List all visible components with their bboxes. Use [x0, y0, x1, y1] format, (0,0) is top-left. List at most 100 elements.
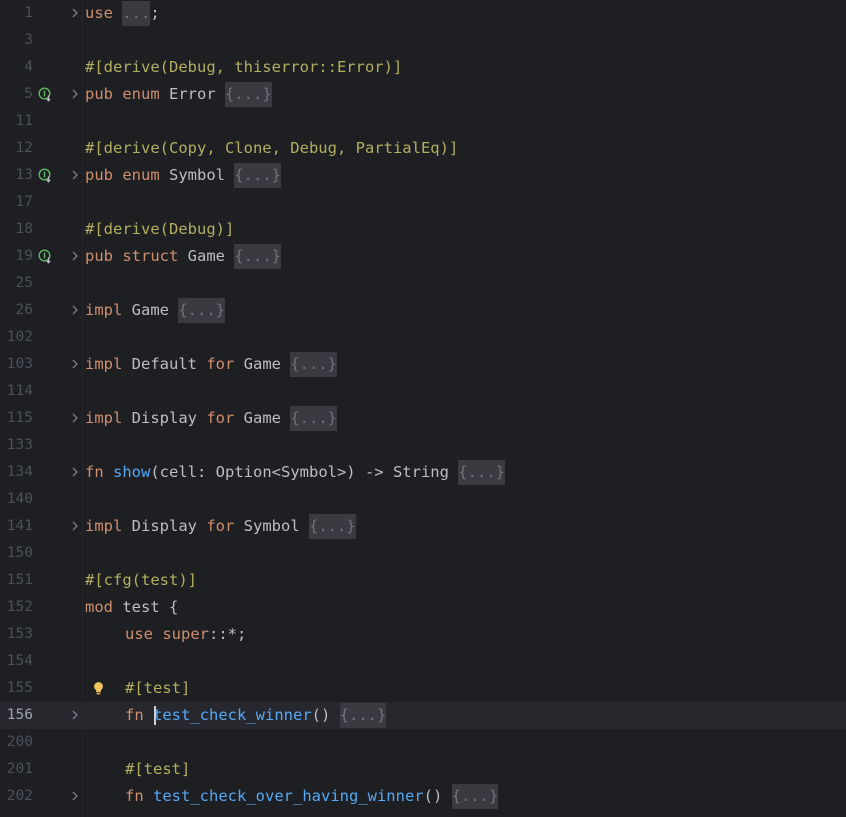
folded-code-placeholder[interactable]: {...} — [458, 460, 505, 485]
code-text[interactable]: pub enum Symbol {...} — [85, 162, 281, 189]
code-text[interactable]: #[test] — [125, 675, 190, 702]
fold-expand-icon[interactable] — [70, 413, 80, 423]
line-number[interactable]: 152 — [0, 594, 33, 621]
line-number[interactable]: 18 — [0, 216, 33, 243]
code-text[interactable]: fn show(cell: Option<Symbol>) -> String … — [85, 459, 505, 486]
line-number[interactable]: 4 — [0, 54, 33, 81]
code-line[interactable]: 156 fn test_check_winner() {...} — [0, 702, 846, 729]
fold-expand-icon[interactable] — [70, 359, 80, 369]
code-line[interactable]: 102 — [0, 324, 846, 351]
code-line[interactable]: 25 — [0, 270, 846, 297]
line-number[interactable]: 154 — [0, 648, 33, 675]
line-number[interactable]: 25 — [0, 270, 33, 297]
code-text[interactable]: impl Game {...} — [85, 297, 225, 324]
code-line[interactable]: 3 — [0, 27, 846, 54]
code-line[interactable]: 4 #[derive(Debug, thiserror::Error)] — [0, 54, 846, 81]
code-text[interactable]: #[derive(Debug)] — [85, 216, 234, 243]
code-line[interactable]: 134 fn show(cell: Option<Symbol>) -> Stri… — [0, 459, 846, 486]
line-number[interactable]: 133 — [0, 432, 33, 459]
code-line[interactable]: 200 — [0, 729, 846, 756]
code-line[interactable]: 103 impl Default for Game {...} — [0, 351, 846, 378]
code-line[interactable]: 151 #[cfg(test)] — [0, 567, 846, 594]
line-number[interactable]: 151 — [0, 567, 33, 594]
code-text[interactable]: #[derive(Copy, Clone, Debug, PartialEq)] — [85, 135, 458, 162]
code-text[interactable]: #[cfg(test)] — [85, 567, 197, 594]
code-text[interactable]: pub enum Error {...} — [85, 81, 272, 108]
line-number[interactable]: 1 — [0, 0, 33, 27]
line-number[interactable]: 102 — [0, 324, 33, 351]
code-line[interactable]: 26 impl Game {...} — [0, 297, 846, 324]
fold-expand-icon[interactable] — [70, 791, 80, 801]
code-text[interactable]: #[test] — [125, 756, 190, 783]
line-number[interactable]: 202 — [0, 783, 33, 810]
line-number[interactable]: 134 — [0, 459, 33, 486]
fold-expand-icon[interactable] — [70, 305, 80, 315]
line-number[interactable]: 12 — [0, 135, 33, 162]
code-text[interactable]: impl Display for Game {...} — [85, 405, 337, 432]
line-number[interactable]: 150 — [0, 540, 33, 567]
code-line[interactable]: 19 pub struct Game {...} — [0, 243, 846, 270]
fold-expand-icon[interactable] — [70, 710, 80, 720]
code-line[interactable]: 1 use ...; — [0, 0, 846, 27]
lightbulb-icon[interactable] — [91, 681, 106, 696]
fold-expand-icon[interactable] — [70, 8, 80, 18]
line-number[interactable]: 5 — [0, 81, 33, 108]
fold-expand-icon[interactable] — [70, 251, 80, 261]
code-line[interactable]: 5 pub enum Error {...} — [0, 81, 846, 108]
line-number[interactable]: 153 — [0, 621, 33, 648]
code-editor[interactable]: 1 use ...;3 4 #[derive(Debug, thiserror::Er… — [0, 0, 846, 817]
folded-code-placeholder[interactable]: {...} — [225, 82, 272, 107]
line-number[interactable]: 19 — [0, 243, 33, 270]
code-line[interactable]: 155 #[test] — [0, 675, 846, 702]
folded-code-placeholder[interactable]: {...} — [234, 163, 281, 188]
folded-code-placeholder[interactable]: {...} — [290, 406, 337, 431]
code-line[interactable]: 152 mod test { — [0, 594, 846, 621]
code-line[interactable]: 13 pub enum Symbol {...} — [0, 162, 846, 189]
code-line[interactable]: 17 — [0, 189, 846, 216]
folded-code-placeholder[interactable]: {...} — [178, 298, 225, 323]
line-number[interactable]: 11 — [0, 108, 33, 135]
code-text[interactable]: mod test { — [85, 594, 178, 621]
line-number[interactable]: 17 — [0, 189, 33, 216]
code-line[interactable]: 154 — [0, 648, 846, 675]
code-line[interactable]: 115 impl Display for Game {...} — [0, 405, 846, 432]
code-line[interactable]: 140 — [0, 486, 846, 513]
code-line[interactable]: 133 — [0, 432, 846, 459]
fold-expand-icon[interactable] — [70, 170, 80, 180]
implemented-icon[interactable] — [38, 87, 53, 102]
folded-code-placeholder[interactable]: {...} — [234, 244, 282, 269]
folded-code-placeholder[interactable]: {...} — [339, 703, 387, 728]
line-number[interactable]: 13 — [0, 162, 33, 189]
code-line[interactable]: 150 — [0, 540, 846, 567]
line-number[interactable]: 26 — [0, 297, 33, 324]
code-text[interactable]: impl Display for Symbol {...} — [85, 513, 356, 540]
implemented-icon[interactable] — [38, 249, 53, 264]
implemented-icon[interactable] — [38, 168, 53, 183]
folded-code-placeholder[interactable]: ... — [122, 1, 151, 26]
code-line[interactable]: 12 #[derive(Copy, Clone, Debug, PartialEq… — [0, 135, 846, 162]
folded-code-placeholder[interactable]: {...} — [308, 514, 356, 539]
line-number[interactable]: 140 — [0, 486, 33, 513]
code-line[interactable]: 202 fn test_check_over_having_winner() {.… — [0, 783, 846, 810]
code-line[interactable]: 153 use super::*; — [0, 621, 846, 648]
line-number[interactable]: 155 — [0, 675, 33, 702]
line-number[interactable]: 114 — [0, 378, 33, 405]
code-text[interactable]: #[derive(Debug, thiserror::Error)] — [85, 54, 402, 81]
fold-expand-icon[interactable] — [70, 89, 80, 99]
code-text[interactable]: pub struct Game {...} — [85, 243, 282, 270]
code-text[interactable]: impl Default for Game {...} — [85, 351, 337, 378]
folded-code-placeholder[interactable]: {...} — [451, 784, 499, 809]
code-line[interactable]: 11 — [0, 108, 846, 135]
code-text[interactable]: use super::*; — [125, 621, 246, 648]
fold-expand-icon[interactable] — [70, 467, 80, 477]
line-number[interactable]: 156 — [0, 702, 33, 729]
folded-code-placeholder[interactable]: {...} — [290, 352, 337, 377]
line-number[interactable]: 103 — [0, 351, 33, 378]
code-line[interactable]: 141 impl Display for Symbol {...} — [0, 513, 846, 540]
code-text[interactable]: use ...; — [85, 0, 160, 27]
line-number[interactable]: 3 — [0, 27, 33, 54]
code-line[interactable]: 18 #[derive(Debug)] — [0, 216, 846, 243]
code-line[interactable]: 114 — [0, 378, 846, 405]
line-number[interactable]: 141 — [0, 513, 33, 540]
code-text[interactable]: fn test_check_over_having_winner() {...} — [125, 783, 499, 810]
